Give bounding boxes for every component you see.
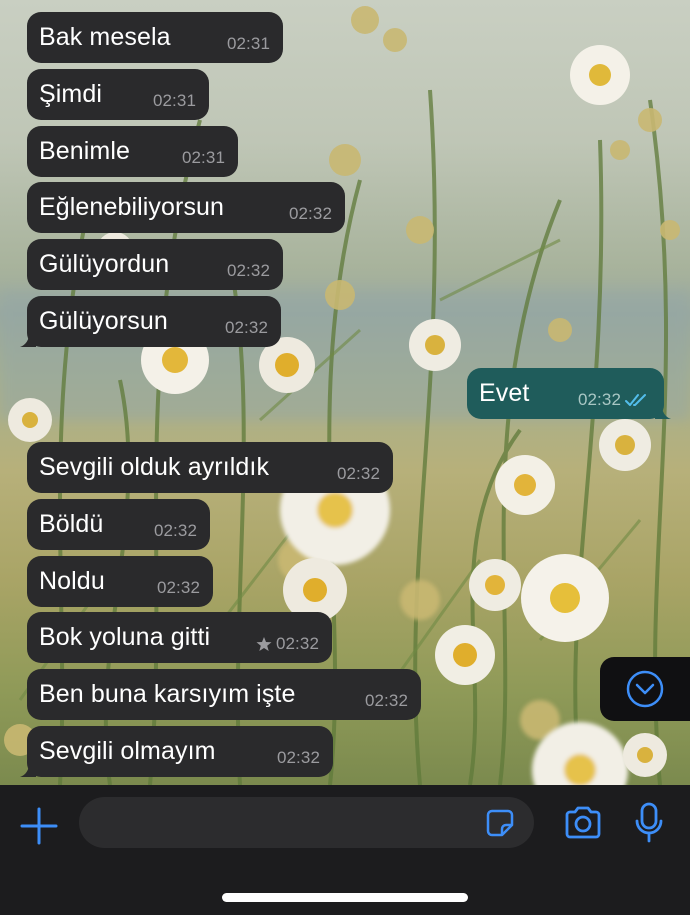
message-text: Bak mesela [39, 23, 171, 51]
message-text: Gülüyorsun [39, 307, 168, 335]
message-text: Evet [479, 379, 530, 407]
message-time: 02:32 [275, 634, 319, 653]
message-text: Gülüyordun [39, 250, 170, 278]
message-text: Sevgili olmayım [39, 737, 216, 765]
message-time: 02:32 [288, 204, 332, 223]
composer-bar [0, 785, 690, 915]
double-check-icon [625, 394, 646, 406]
message-bubble-incoming[interactable]: Sevgili olmayım 02:32 [20, 726, 333, 777]
bubble-tail [655, 403, 671, 419]
message-text: Sevgili olduk ayrıldık [39, 453, 270, 481]
message-time: 02:32 [226, 261, 270, 280]
scroll-to-bottom-button[interactable] [600, 657, 690, 721]
message-bubble-incoming[interactable]: Benimle 02:31 [27, 126, 238, 177]
message-text: Benimle [39, 137, 131, 165]
message-bubble-incoming[interactable]: Sevgili olduk ayrıldık 02:32 [27, 442, 393, 493]
message-bubble-incoming[interactable]: Ben buna karsıyım işte 02:32 [27, 669, 421, 720]
message-list[interactable]: Bak mesela 02:31 Şimdi 02:31 Benimle 02:… [0, 0, 690, 785]
message-time: 02:31 [152, 91, 196, 110]
message-time: 02:32 [577, 390, 621, 409]
message-bubble-incoming[interactable]: Böldü 02:32 [27, 499, 210, 550]
message-text: Noldu [39, 567, 105, 595]
message-time: 02:32 [153, 521, 197, 540]
message-bubble-incoming[interactable]: Eğlenebiliyorsun 02:32 [27, 182, 345, 233]
home-indicator [222, 893, 468, 902]
message-text: Bok yoluna gitti [39, 623, 211, 651]
message-bubble-outgoing[interactable]: Evet 02:32 [467, 368, 671, 419]
message-time-status: 02:32 [578, 390, 651, 410]
message-bubble-incoming[interactable]: Bak mesela 02:31 [27, 12, 283, 63]
message-time: 02:32 [276, 748, 320, 767]
message-text: Şimdi [39, 80, 103, 108]
message-time: 02:31 [181, 148, 225, 167]
bubble-tail [20, 761, 36, 777]
message-bubble-incoming[interactable]: Noldu 02:32 [27, 556, 213, 607]
message-text: Böldü [39, 510, 104, 538]
message-bubble-incoming[interactable]: Bok yoluna gitti 02:32 [27, 612, 332, 663]
message-bubble-incoming[interactable]: Gülüyordun 02:32 [27, 239, 283, 290]
message-input-box[interactable] [79, 797, 534, 848]
microphone-icon[interactable] [634, 802, 664, 844]
message-input[interactable] [97, 797, 487, 848]
message-time: 02:32 [224, 318, 268, 337]
message-bubble-incoming[interactable]: Şimdi 02:31 [27, 69, 209, 120]
sticker-icon[interactable] [484, 807, 516, 839]
chevron-down-icon [626, 670, 664, 708]
message-time: 02:32 [364, 691, 408, 710]
message-text: Eğlenebiliyorsun [39, 193, 225, 221]
star-icon [256, 637, 272, 651]
plus-icon[interactable] [18, 805, 60, 847]
message-time-status: 02:32 [256, 634, 319, 654]
message-time: 02:31 [226, 34, 270, 53]
camera-icon[interactable] [563, 805, 603, 841]
message-bubble-incoming[interactable]: Gülüyorsun 02:32 [20, 296, 281, 347]
message-time: 02:32 [336, 464, 380, 483]
message-text: Ben buna karsıyım işte [39, 680, 296, 708]
bubble-tail [20, 331, 36, 347]
message-time: 02:32 [156, 578, 200, 597]
